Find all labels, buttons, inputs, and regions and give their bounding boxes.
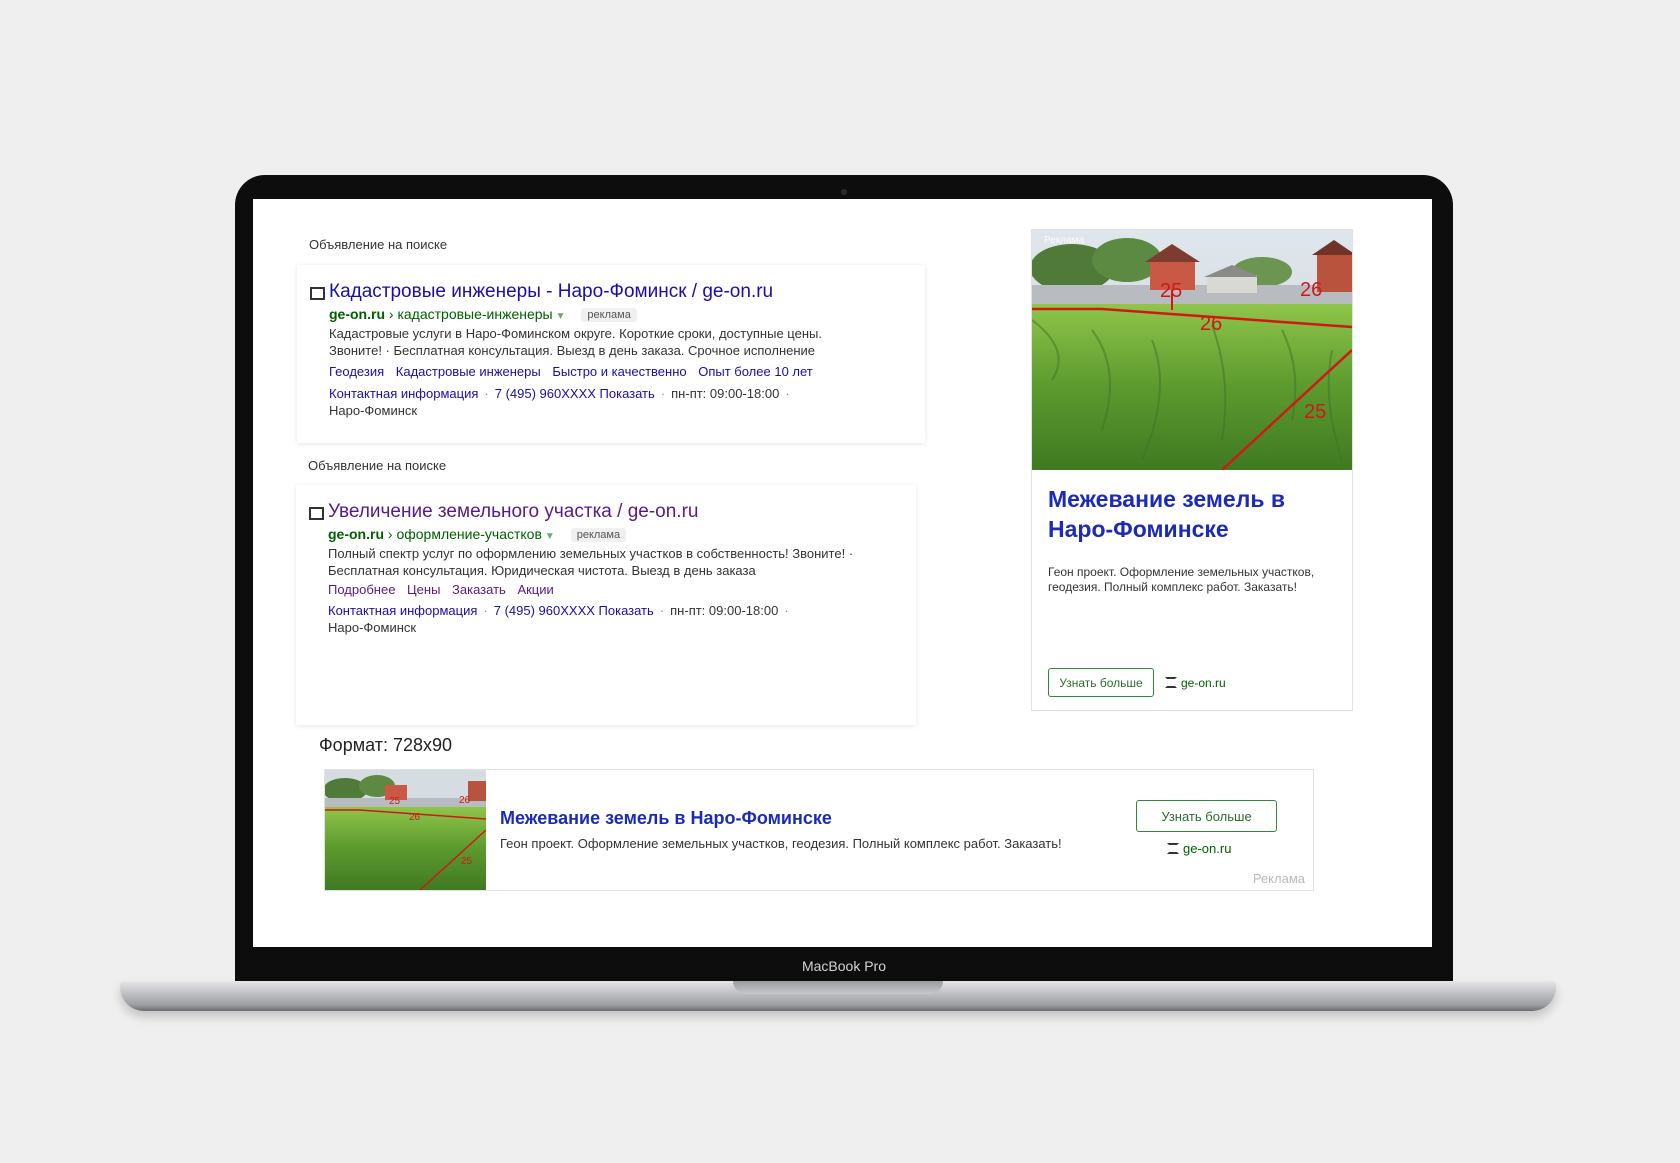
sitelink[interactable]: Заказать	[452, 582, 506, 597]
camera-dot	[841, 189, 847, 195]
banner-ad-mark: Реклама	[1252, 871, 1305, 886]
contact-info-link[interactable]: Контактная информация	[328, 603, 477, 618]
ad-path-link[interactable]: › оформление-участков	[388, 526, 542, 542]
ad-domain-link[interactable]: ge-on.ru	[329, 306, 385, 322]
city: Наро-Фоминск	[328, 620, 417, 635]
learn-more-button[interactable]: Узнать больше	[1048, 668, 1154, 697]
dropdown-triangle-icon[interactable]: ▼	[556, 311, 566, 322]
favicon-icon	[310, 287, 325, 300]
ad-description: Полный спектр услуг по оформлению земель…	[328, 545, 853, 579]
ad-contacts: Контактная информация · 7 (495) 960XXXX По…	[329, 385, 796, 419]
laptop-base	[120, 981, 1556, 1011]
ad-description-line: Кадастровые услуги в Наро-Фоминском окру…	[329, 326, 822, 341]
ad-title-link[interactable]: Увеличение земельного участка / ge-on.ru	[328, 501, 698, 523]
ad-badge: реклама	[570, 528, 627, 542]
ad-description: Кадастровые услуги в Наро-Фоминском окру…	[329, 325, 822, 359]
banner-photo[interactable]: 25 26 26 25	[325, 770, 486, 890]
laptop-model-label: MacBook Pro	[801, 958, 887, 974]
image-ad-card[interactable]: 25 26 26 25 Реклама Межевание земель в Н…	[1031, 229, 1353, 711]
plot-label: 25	[1160, 280, 1182, 302]
contact-info-link[interactable]: Контактная информация	[329, 386, 478, 401]
format-label: Формат: 728х90	[319, 735, 452, 755]
sitelinks: Подробнее Цены Заказать Акции	[328, 582, 562, 597]
ad-path-link[interactable]: › кадастровые-инженеры	[389, 306, 553, 322]
favicon-icon	[1165, 677, 1177, 688]
sitelink[interactable]: Акции	[517, 582, 553, 597]
section-label-ad-1: Объявление на поиске	[309, 237, 448, 252]
section-label-ad-2: Объявление на поиске	[308, 458, 447, 473]
ad-description-line: Звоните! · Бесплатная консультация. Выез…	[329, 343, 816, 358]
sitelink[interactable]: Подробнее	[328, 582, 395, 597]
ad-site-text: ge-on.ru	[1181, 676, 1226, 690]
sitelink[interactable]: Быстро и качественно	[552, 364, 686, 379]
plot-label: 26	[409, 812, 421, 823]
plot-label: 26	[1200, 313, 1222, 335]
banner-title[interactable]: Межевание земель в Наро-Фоминске	[500, 808, 832, 829]
ad-url: ge-on.ru › оформление-участков ▼ реклама	[328, 526, 627, 542]
search-ad-card-1: Кадастровые инженеры - Наро-Фоминск / ge…	[297, 265, 925, 443]
plot-label: 25	[461, 856, 473, 867]
favicon-icon	[1167, 843, 1179, 854]
ad-title-link[interactable]: Кадастровые инженеры - Наро-Фоминск / ge…	[329, 281, 773, 303]
sitelinks: Геодезия Кадастровые инженеры Быстро и к…	[329, 364, 821, 379]
land-plot-photo[interactable]: 25 26 26 25 Реклама	[1032, 230, 1352, 470]
plot-label: 25	[389, 796, 401, 807]
plot-label: 26	[459, 795, 471, 806]
banner-learn-more-button[interactable]: Узнать больше	[1136, 800, 1277, 832]
ad-description-line: Полный спектр услуг по оформлению земель…	[328, 546, 854, 561]
ad-description-line: Бесплатная консультация. Юридическая чис…	[328, 563, 756, 578]
sitelink[interactable]: Геодезия	[329, 364, 384, 379]
laptop-notch	[733, 981, 943, 994]
sitelink[interactable]: Цены	[407, 582, 440, 597]
sitelink[interactable]: Опыт более 10 лет	[698, 364, 813, 379]
city: Наро-Фоминск	[329, 403, 418, 418]
ad-url: ge-on.ru › кадастровые-инженеры ▼ реклама	[329, 306, 637, 322]
favicon-icon	[309, 507, 324, 520]
ad-mark: Реклама	[1044, 235, 1085, 246]
phone-link[interactable]: 7 (495) 960XXXX Показать	[495, 386, 655, 401]
search-ad-card-2: Увеличение земельного участка / ge-on.ru…	[296, 485, 916, 725]
banner-description: Геон проект. Оформление земельных участк…	[500, 836, 1062, 851]
ad-domain-link[interactable]: ge-on.ru	[328, 526, 384, 542]
work-hours: пн-пт: 09:00-18:00	[670, 603, 779, 618]
image-ad-description: Геон проект. Оформление земельных участк…	[1048, 565, 1315, 594]
work-hours: пн-пт: 09:00-18:00	[671, 386, 780, 401]
sitelink[interactable]: Кадастровые инженеры	[396, 364, 541, 379]
plot-label: 26	[1300, 279, 1322, 301]
phone-link[interactable]: 7 (495) 960XXXX Показать	[494, 603, 654, 618]
banner-728x90[interactable]: 25 26 26 25 Межевание земель в Наро-Фоми…	[324, 769, 1314, 891]
banner-site-text: ge-on.ru	[1183, 841, 1232, 856]
ad-contacts: Контактная информация · 7 (495) 960XXXX По…	[328, 602, 795, 636]
ad-site-link[interactable]: ge-on.ru	[1165, 676, 1226, 690]
plot-label: 25	[1304, 401, 1326, 423]
ad-badge: реклама	[581, 308, 637, 322]
dropdown-triangle-icon[interactable]: ▼	[545, 531, 555, 542]
image-ad-title[interactable]: Межевание земель в Наро-Фоминске	[1048, 484, 1338, 544]
laptop-screen: Объявление на поиске Кадастровые инженер…	[253, 199, 1432, 947]
banner-site-link[interactable]: ge-on.ru	[1167, 841, 1231, 856]
